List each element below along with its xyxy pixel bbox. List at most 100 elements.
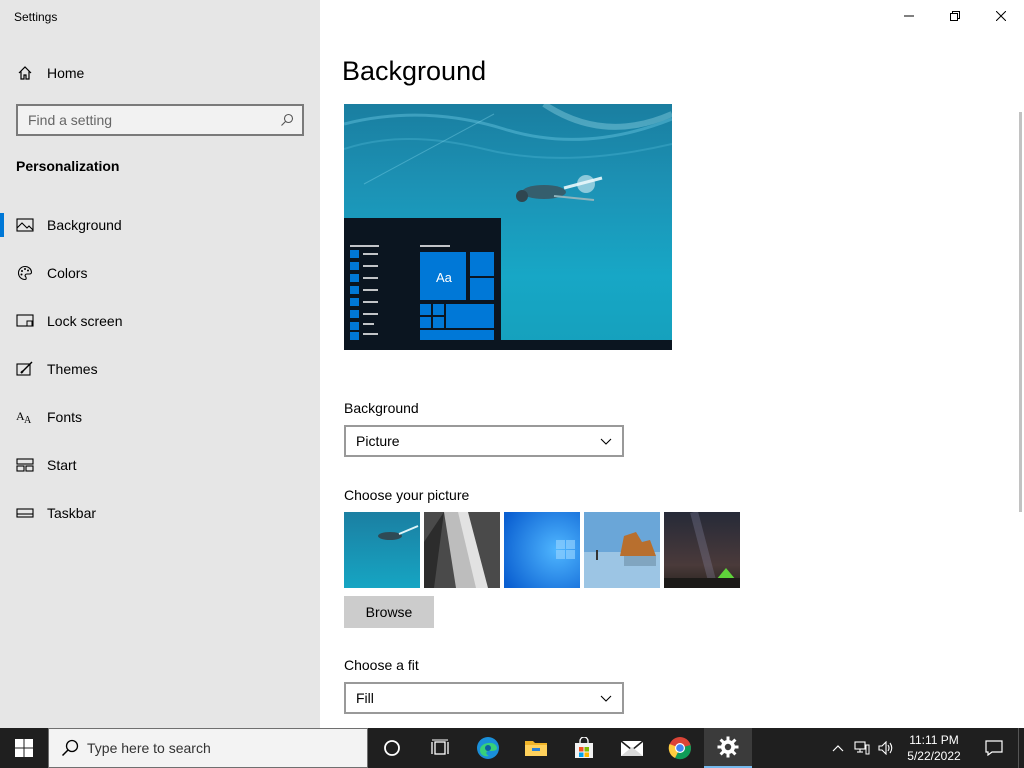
thumbnail-beach[interactable] [584, 512, 660, 588]
sidebar-item-lock-screen[interactable]: Lock screen [0, 297, 320, 345]
background-type-value: Picture [356, 433, 400, 449]
notification-icon [985, 740, 1003, 756]
clock-date: 5/22/2022 [907, 749, 961, 763]
edge-button[interactable] [464, 728, 512, 768]
preview-taskbar [344, 340, 672, 350]
start-button[interactable] [0, 728, 48, 768]
background-preview: Aa [344, 104, 672, 350]
swimmer-graphic [516, 175, 603, 202]
task-view-icon [431, 739, 449, 755]
network-icon [854, 741, 870, 755]
file-explorer-icon [525, 741, 547, 756]
restore-button[interactable] [932, 0, 978, 32]
chrome-button[interactable] [656, 728, 704, 768]
system-tray: 11:11 PM 5/22/2022 [826, 728, 1024, 768]
show-desktop-button[interactable] [1018, 728, 1024, 768]
edge-icon [477, 737, 499, 759]
lock-screen-icon [16, 312, 34, 330]
network-button[interactable] [850, 728, 874, 768]
vertical-scrollbar[interactable] [1019, 112, 1022, 512]
section-title: Personalization [16, 158, 120, 174]
thumbnail-rock[interactable] [424, 512, 500, 588]
sidebar-item-label: Lock screen [47, 313, 123, 329]
taskbar-icon [16, 504, 34, 522]
themes-icon [16, 360, 34, 378]
sidebar-item-label: Colors [47, 265, 88, 281]
windows-logo-icon [15, 739, 33, 757]
picture-thumbnails [344, 512, 740, 588]
home-label: Home [47, 65, 85, 81]
sidebar-item-label: Start [47, 457, 77, 473]
file-explorer-button[interactable] [512, 728, 560, 768]
svg-text:A: A [24, 415, 32, 425]
sidebar-item-start[interactable]: Start [0, 441, 320, 489]
picture-icon [16, 216, 34, 234]
sidebar-item-colors[interactable]: Colors [0, 249, 320, 297]
volume-button[interactable] [874, 728, 898, 768]
fit-value: Fill [356, 690, 374, 706]
taskbar-search-placeholder: Type here to search [87, 740, 211, 756]
sidebar-item-background[interactable]: Background [0, 201, 320, 249]
choose-fit-label: Choose a fit [344, 657, 419, 673]
settings-search-input[interactable] [28, 112, 280, 128]
clock-time: 11:11 PM [909, 733, 959, 747]
mail-button[interactable] [608, 728, 656, 768]
search-icon [61, 739, 79, 757]
cortana-icon [384, 740, 400, 756]
fonts-icon: AA [16, 408, 34, 426]
cortana-button[interactable] [368, 728, 416, 768]
windows-taskbar: Type here to search 11:11 PM 5/22/2022 [0, 728, 1024, 768]
chevron-down-icon [600, 690, 612, 706]
chevron-down-icon [600, 433, 612, 449]
close-icon [996, 11, 1006, 21]
volume-icon [878, 741, 893, 755]
sidebar-nav: Background Colors Lock screen Themes AA … [0, 201, 320, 537]
sidebar-item-fonts[interactable]: AA Fonts [0, 393, 320, 441]
choose-picture-label: Choose your picture [344, 487, 470, 503]
chevron-up-icon [832, 745, 844, 752]
show-hidden-icons-button[interactable] [826, 728, 850, 768]
taskbar-search-box[interactable]: Type here to search [48, 728, 368, 768]
background-type-dropdown[interactable]: Picture [344, 425, 624, 457]
thumbnail-night-sky[interactable] [664, 512, 740, 588]
palette-icon [16, 264, 34, 282]
taskbar-clock[interactable]: 11:11 PM 5/22/2022 [898, 732, 970, 764]
main-content: Background Aa Background Picture Choose … [320, 0, 1024, 728]
action-center-button[interactable] [970, 728, 1018, 768]
settings-icon [717, 736, 739, 758]
preview-start-menu: Aa [344, 218, 501, 350]
fit-dropdown[interactable]: Fill [344, 682, 624, 714]
background-label: Background [344, 400, 419, 416]
minimize-button[interactable] [886, 0, 932, 32]
thumbnail-windows-blue[interactable] [504, 512, 580, 588]
browse-button[interactable]: Browse [344, 596, 434, 628]
task-view-button[interactable] [416, 728, 464, 768]
settings-button[interactable] [704, 728, 752, 768]
restore-icon [950, 11, 960, 21]
preview-tile-text: Aa [436, 270, 452, 285]
thumbnail-underwater[interactable] [344, 512, 420, 588]
water-ripples-graphic [344, 104, 672, 185]
settings-search-box[interactable] [16, 104, 304, 136]
home-icon [16, 64, 34, 82]
sidebar-item-label: Taskbar [47, 505, 97, 521]
window-controls [886, 0, 1024, 32]
close-button[interactable] [978, 0, 1024, 32]
sidebar-item-themes[interactable]: Themes [0, 345, 320, 393]
sidebar-item-label: Background [47, 217, 122, 233]
store-button[interactable] [560, 728, 608, 768]
sidebar-item-taskbar[interactable]: Taskbar [0, 489, 320, 537]
sidebar: Settings Home Personalization Background… [0, 0, 320, 728]
sidebar-item-label: Themes [47, 361, 98, 377]
start-icon [16, 456, 34, 474]
minimize-icon [904, 15, 914, 17]
mail-icon [620, 740, 644, 756]
search-icon[interactable] [280, 113, 294, 127]
app-title: Settings [14, 10, 58, 24]
page-title: Background [342, 56, 487, 86]
store-icon [575, 737, 593, 758]
home-link[interactable]: Home [16, 63, 84, 83]
taskbar-apps [368, 728, 752, 768]
chrome-icon [668, 737, 691, 760]
sidebar-item-label: Fonts [47, 409, 83, 425]
